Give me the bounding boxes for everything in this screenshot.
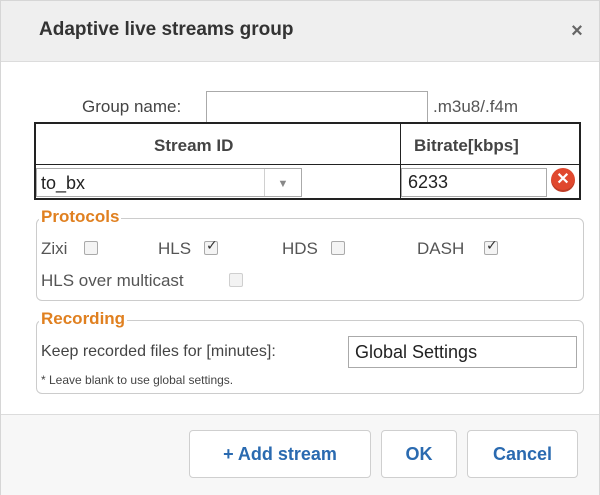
checkbox-hls-over-multicast[interactable] <box>229 273 243 287</box>
recording-hint: * Leave blank to use global settings. <box>41 373 234 387</box>
adaptive-streams-dialog: Adaptive live streams group × Group name… <box>0 0 600 495</box>
checkbox-dash[interactable] <box>484 238 498 255</box>
remove-stream-icon[interactable]: ✕ <box>551 168 575 192</box>
chevron-down-icon[interactable]: ▼ <box>273 177 293 191</box>
stream-id-value: to_bx <box>41 173 86 193</box>
ok-button[interactable]: OK <box>381 430 457 478</box>
column-header-stream-id: Stream ID <box>154 136 234 155</box>
dialog-title: Adaptive live streams group <box>39 19 294 40</box>
cancel-button[interactable]: Cancel <box>467 430 578 478</box>
keep-recorded-input[interactable] <box>348 336 577 368</box>
dialog-titlebar: Adaptive live streams group × <box>1 1 599 62</box>
checkbox-hls[interactable] <box>204 238 218 255</box>
protocol-label-hds: HDS <box>282 239 318 258</box>
select-caret-separator <box>264 169 265 196</box>
group-name-label: Group name: <box>82 97 182 116</box>
stream-id-select[interactable]: to_bx ▼ <box>36 168 302 197</box>
protocol-label-zixi: Zixi <box>41 239 68 258</box>
protocol-label-hls: HLS <box>158 239 192 258</box>
add-stream-button[interactable]: + Add stream <box>189 430 371 478</box>
keep-recorded-label: Keep recorded files for [minutes]: <box>41 343 276 360</box>
close-icon[interactable]: × <box>567 21 587 41</box>
column-header-bitrate: Bitrate[kbps] <box>414 136 519 155</box>
recording-legend: Recording <box>39 309 128 329</box>
table-header-divider <box>36 164 579 165</box>
protocol-label-dash: DASH <box>417 239 465 258</box>
group-name-input[interactable] <box>206 91 428 123</box>
checkbox-hds[interactable] <box>331 241 345 255</box>
group-name-suffix: .m3u8/.f4m <box>433 97 519 116</box>
protocol-label-hls-over-multicast: HLS over multicast <box>41 271 184 290</box>
bitrate-input[interactable] <box>401 168 547 197</box>
protocols-legend: Protocols <box>39 207 122 227</box>
checkbox-zixi[interactable] <box>84 241 98 255</box>
